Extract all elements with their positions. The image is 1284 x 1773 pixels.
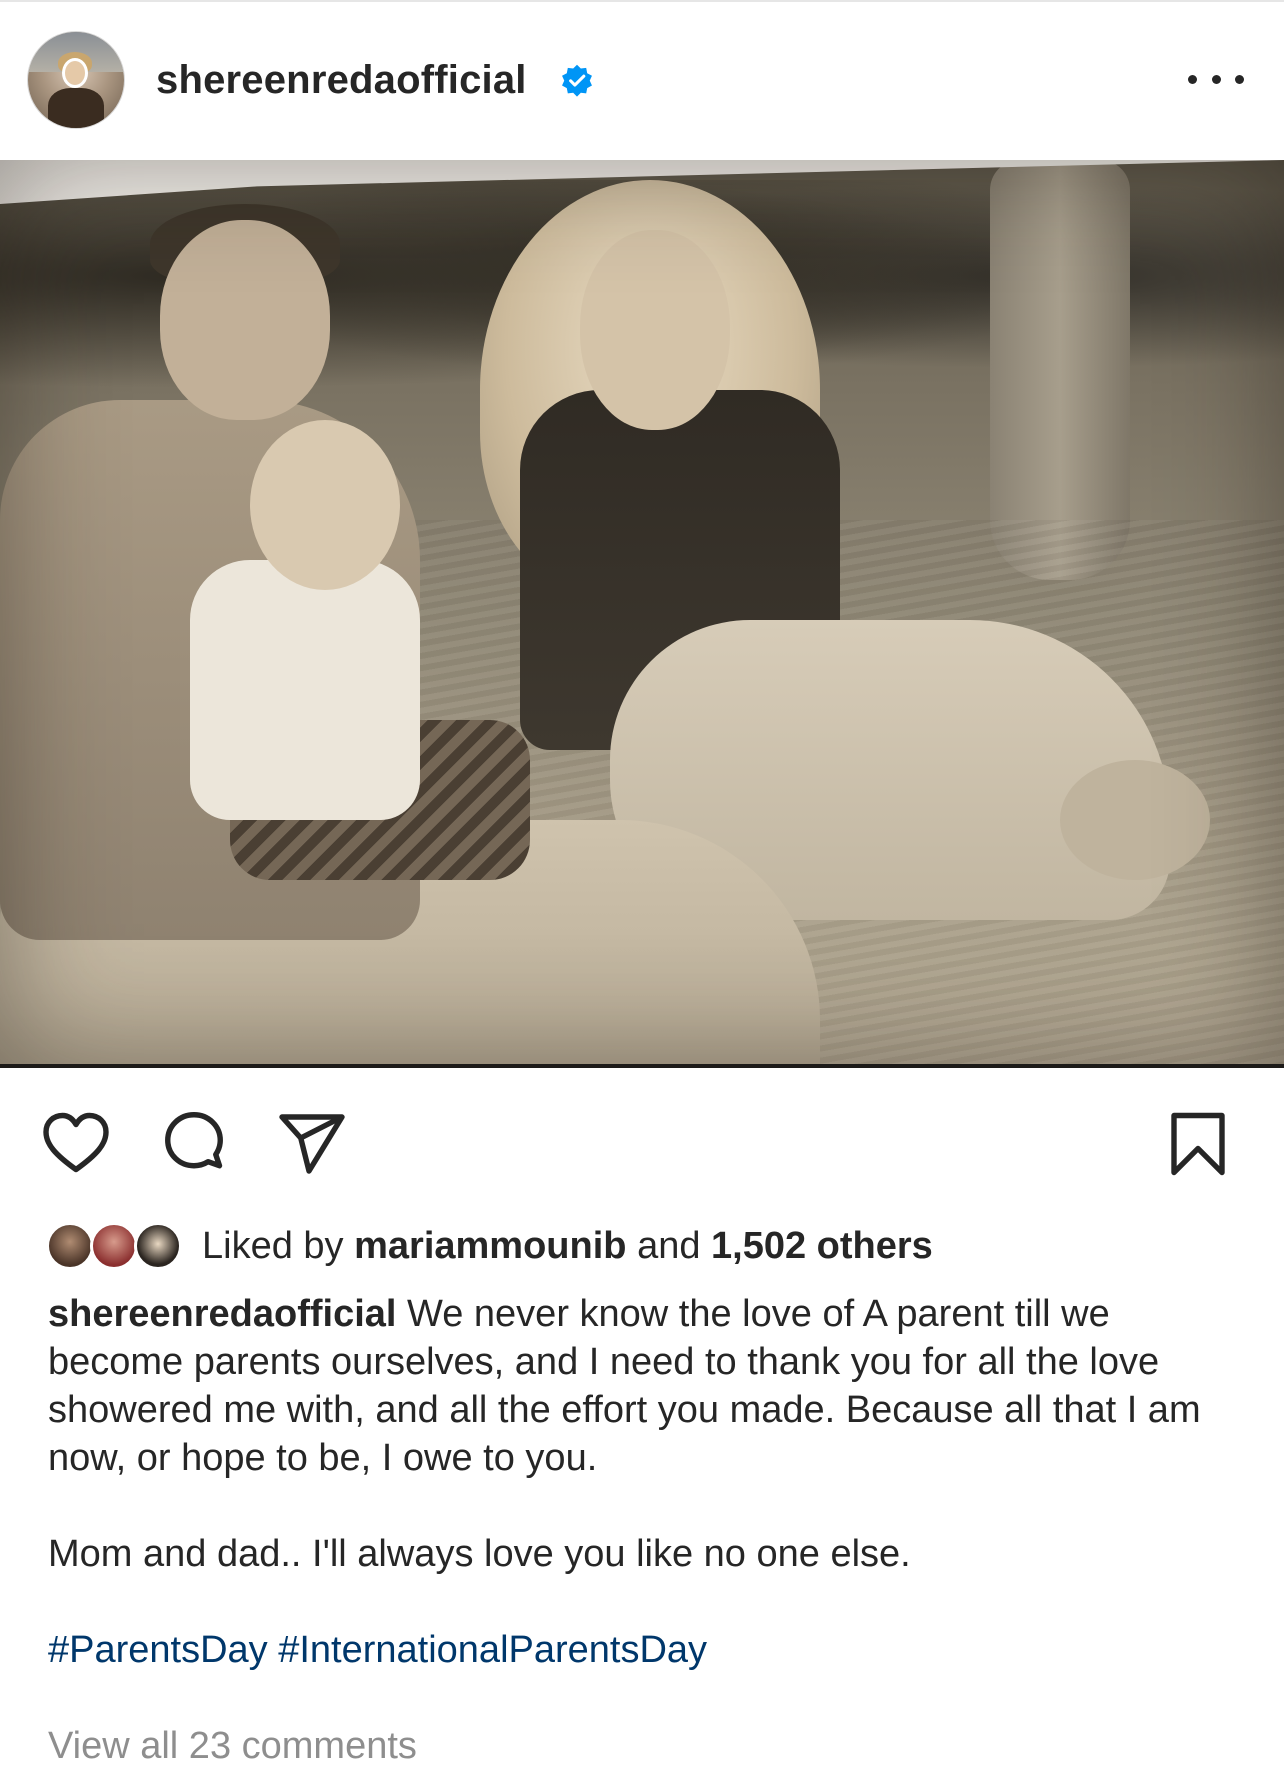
caption-line-2: Mom and dad.. I'll always love you like … <box>48 1533 911 1575</box>
liker-username[interactable]: mariammounib <box>354 1225 626 1267</box>
post-username[interactable]: shereenredaofficial <box>156 52 527 108</box>
view-all-comments-link[interactable]: View all 23 comments <box>48 1722 417 1770</box>
likes-text: Liked by mariammounib and 1,502 others <box>202 1218 933 1274</box>
liker-avatar <box>134 1222 182 1270</box>
post-caption: shereenredaofficial We never know the lo… <box>48 1290 1248 1674</box>
likes-connector: and <box>637 1225 701 1267</box>
likes-others-count[interactable]: 1,502 others <box>711 1225 933 1267</box>
action-bar <box>0 1100 1284 1180</box>
likes-row[interactable]: Liked by mariammounib and 1,502 others <box>46 1218 933 1274</box>
bookmark-icon[interactable] <box>1162 1108 1234 1180</box>
heart-icon[interactable] <box>40 1108 112 1180</box>
verified-badge-icon <box>562 64 592 97</box>
likes-prefix: Liked by <box>202 1225 344 1267</box>
liker-avatars <box>46 1220 188 1272</box>
post-header: shereenredaofficial <box>0 0 1284 160</box>
liker-avatar <box>46 1222 94 1270</box>
comment-icon[interactable] <box>158 1108 230 1180</box>
liker-avatar <box>90 1222 138 1270</box>
post-photo[interactable] <box>0 160 1284 1068</box>
caption-hashtags[interactable]: #ParentsDay #InternationalParentsDay <box>48 1626 1248 1674</box>
more-options-icon[interactable] <box>1188 62 1244 96</box>
caption-username[interactable]: shereenredaofficial <box>48 1293 396 1335</box>
share-icon[interactable] <box>276 1108 348 1180</box>
profile-avatar[interactable] <box>28 32 124 128</box>
